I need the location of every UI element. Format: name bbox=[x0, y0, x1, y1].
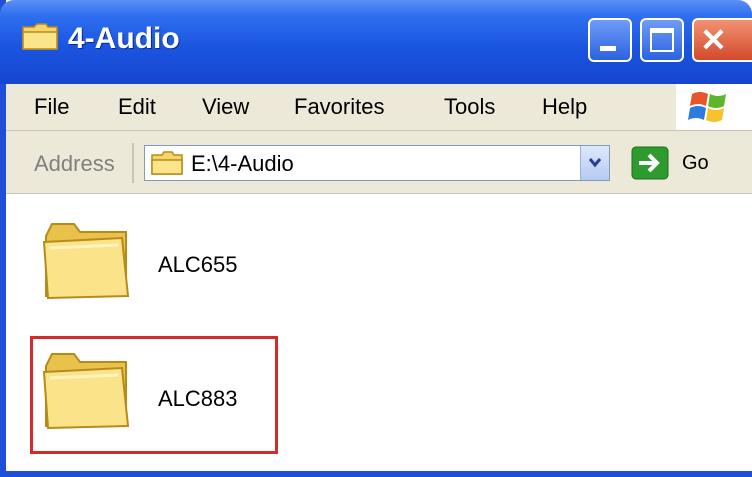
chevron-down-icon bbox=[588, 158, 602, 168]
title-bar[interactable]: 4-Audio ✕ bbox=[0, 0, 752, 84]
folder-icon bbox=[42, 223, 130, 300]
address-input[interactable]: E:\4-Audio bbox=[144, 145, 610, 181]
maximize-icon bbox=[650, 28, 674, 52]
close-icon: ✕ bbox=[700, 22, 727, 58]
highlight-box bbox=[30, 336, 278, 454]
menu-help[interactable]: Help bbox=[542, 94, 587, 120]
go-arrow-icon bbox=[631, 146, 669, 180]
minimize-button[interactable] bbox=[588, 18, 632, 62]
menu-bar: File Edit View Favorites Tools Help bbox=[6, 84, 752, 131]
folder-label: ALC655 bbox=[158, 252, 238, 277]
menu-file[interactable]: File bbox=[34, 94, 69, 120]
address-separator bbox=[132, 143, 134, 183]
menu-view[interactable]: View bbox=[202, 94, 249, 120]
folder-view: ALC655 ALC883 bbox=[6, 194, 752, 471]
go-button[interactable] bbox=[630, 145, 670, 181]
address-dropdown-button[interactable] bbox=[580, 146, 609, 180]
go-label[interactable]: Go bbox=[682, 152, 709, 175]
windows-logo-icon bbox=[676, 84, 752, 130]
menu-tools[interactable]: Tools bbox=[444, 94, 495, 120]
maximize-button[interactable] bbox=[640, 18, 684, 62]
close-button[interactable]: ✕ bbox=[692, 18, 752, 62]
minimize-icon bbox=[600, 46, 616, 51]
menu-favorites[interactable]: Favorites bbox=[294, 94, 384, 120]
folder-icon bbox=[22, 23, 58, 50]
address-label: Address bbox=[34, 151, 115, 176]
menu-edit[interactable]: Edit bbox=[118, 94, 156, 120]
window-title: 4-Audio bbox=[68, 22, 180, 55]
address-bar: Address E:\4-Audio Go bbox=[6, 131, 752, 194]
address-value: E:\4-Audio bbox=[191, 151, 294, 176]
folder-icon bbox=[151, 151, 183, 175]
